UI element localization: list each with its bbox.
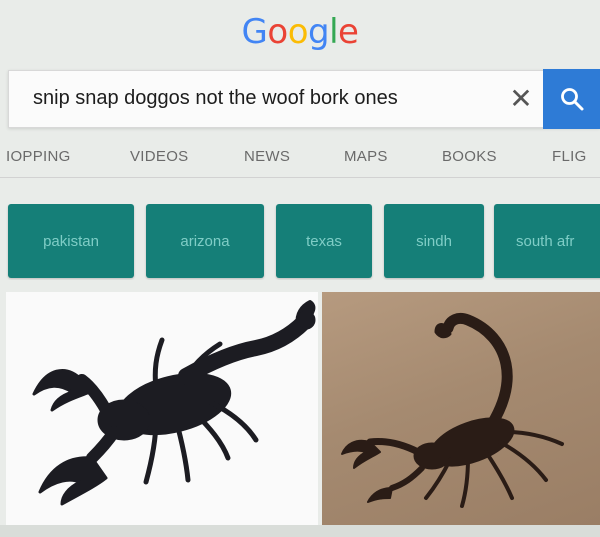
chip-label: texas — [306, 232, 342, 250]
chip-label: pakistan — [43, 232, 99, 250]
chip-label: sindh — [416, 232, 452, 250]
suggestion-chips: pakistan arizona texas sindh south afr — [0, 204, 600, 280]
logo-letter-g: G — [241, 12, 268, 52]
search-input[interactable]: snip snap doggos not the woof bork ones — [33, 87, 398, 110]
image-result-scorpion-white[interactable] — [6, 292, 318, 525]
logo-letter-e: e — [338, 12, 359, 52]
logo-letter-g2: g — [308, 12, 330, 52]
chip-label: south afr — [516, 232, 575, 250]
tab-news[interactable]: NEWS — [244, 148, 290, 165]
scorpion-illustration — [32, 300, 316, 506]
search-button[interactable] — [543, 69, 600, 129]
bottom-strip — [0, 525, 600, 537]
logo-letter-l: l — [329, 12, 339, 52]
logo-letter-o1: o — [267, 12, 288, 52]
chip-texas[interactable]: texas — [276, 204, 372, 278]
close-icon[interactable]: ✕ — [505, 83, 537, 115]
scorpion-photo — [341, 312, 564, 508]
chip-label: arizona — [180, 232, 230, 250]
tab-books[interactable]: BOOKS — [442, 148, 497, 165]
chip-south-africa[interactable]: south afr — [494, 204, 600, 278]
search-tabs: IOPPING VIDEOS NEWS MAPS BOOKS FLIG — [0, 138, 600, 178]
chip-pakistan[interactable]: pakistan — [8, 204, 134, 278]
tab-maps[interactable]: MAPS — [344, 148, 388, 165]
google-logo[interactable]: Google — [0, 4, 600, 60]
chip-sindh[interactable]: sindh — [384, 204, 484, 278]
tab-videos[interactable]: VIDEOS — [130, 148, 188, 165]
tab-shopping[interactable]: IOPPING — [6, 148, 71, 165]
logo-letter-o2: o — [287, 12, 309, 52]
chip-arizona[interactable]: arizona — [146, 204, 264, 278]
search-icon — [561, 88, 584, 111]
search-bar[interactable]: snip snap doggos not the woof bork ones … — [8, 69, 600, 129]
image-result-scorpion-sand[interactable] — [322, 292, 600, 525]
tab-flights[interactable]: FLIG — [552, 148, 587, 165]
